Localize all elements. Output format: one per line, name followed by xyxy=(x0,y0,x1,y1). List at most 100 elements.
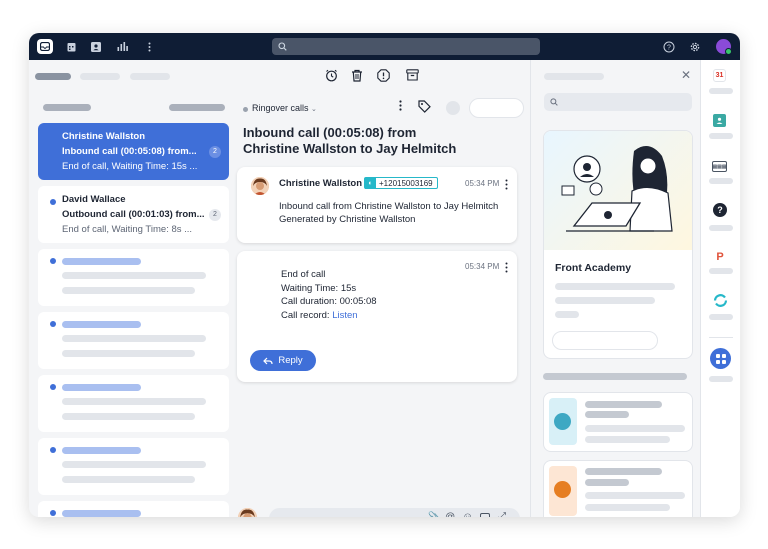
message-body-line: Generated by Christine Wallston xyxy=(279,214,416,225)
tab-placeholder[interactable] xyxy=(130,73,170,80)
conversation-preview: End of call, Waiting Time: 8s ... xyxy=(62,224,193,235)
conversation-item-placeholder[interactable] xyxy=(38,501,229,517)
thread-title: Inbound call (00:05:08) from Christine W… xyxy=(243,125,456,157)
reply-button[interactable]: Reply xyxy=(250,350,316,371)
panel-search-input[interactable] xyxy=(544,93,692,111)
integration-dot-icon xyxy=(554,481,571,498)
placeholder-line xyxy=(585,479,629,486)
help-circle-icon[interactable]: ? xyxy=(661,39,677,54)
analytics-icon[interactable] xyxy=(114,39,130,54)
mention-at-icon[interactable]: @ xyxy=(445,512,455,517)
inbox-selector[interactable]: Ringover calls ⌄ xyxy=(252,103,317,113)
conversation-item-placeholder[interactable] xyxy=(38,249,229,306)
placeholder-line xyxy=(709,133,733,139)
phone-number: +12015003169 xyxy=(379,178,433,188)
message-count-badge: 2 xyxy=(209,209,221,221)
panel-title-placeholder xyxy=(544,73,604,80)
integration-sidebar: ✕ Front Academy xyxy=(530,60,700,517)
placeholder-line xyxy=(62,384,141,391)
inbox-icon[interactable] xyxy=(37,39,53,54)
trash-icon[interactable] xyxy=(350,69,364,83)
placeholder-line xyxy=(585,436,670,443)
conversation-item-christine[interactable]: Christine Wallston Inbound call (00:05:0… xyxy=(38,123,229,180)
conversation-item-david[interactable]: David Wallace Outbound call (00:01:03) f… xyxy=(38,186,229,243)
placeholder-line xyxy=(585,425,685,432)
section-header-placeholder xyxy=(543,373,687,380)
message-body-line: Inbound call from Christine Wallston to … xyxy=(279,201,499,212)
placeholder-line xyxy=(62,510,141,517)
placeholder-line xyxy=(62,272,206,279)
archive-icon[interactable] xyxy=(405,69,419,83)
placeholder-line xyxy=(709,88,733,94)
more-vertical-icon[interactable] xyxy=(141,39,157,54)
keyboard-app-icon[interactable]: ▤▤▤ xyxy=(712,161,727,172)
message-time: 05:34 PM xyxy=(465,179,500,188)
tab-placeholder[interactable] xyxy=(80,73,120,80)
conversation-item-placeholder[interactable] xyxy=(38,312,229,369)
rail-divider xyxy=(709,337,733,338)
message-more-icon[interactable] xyxy=(505,177,508,195)
settings-gear-icon[interactable] xyxy=(687,39,703,54)
phone-badge[interactable]: ◐ +12015003169 xyxy=(364,177,438,189)
placeholder-line xyxy=(709,376,733,382)
message-body: Inbound call from Christine Wallston to … xyxy=(279,200,498,226)
user-avatar[interactable] xyxy=(716,39,732,55)
assign-dropdown[interactable] xyxy=(469,98,524,118)
listen-link[interactable]: Listen xyxy=(332,310,357,321)
emoji-icon[interactable]: ☺ xyxy=(462,511,473,517)
list-sort-placeholder[interactable] xyxy=(169,104,225,111)
call-summary-line: Call duration: 00:05:08 xyxy=(281,296,377,307)
message-count-badge: 2 xyxy=(209,146,221,158)
more-vertical-icon[interactable] xyxy=(393,100,407,114)
thread-title-line: Christine Wallston to Jay Helmitch xyxy=(243,141,457,156)
conversation-item-placeholder[interactable] xyxy=(38,438,229,495)
help-app-icon[interactable]: ? xyxy=(713,203,727,217)
message-card: 05:34 PM End of call Waiting Time: 15s C… xyxy=(237,251,517,382)
conversation-preview: End of call, Waiting Time: 15s ... xyxy=(62,161,198,172)
global-search-input[interactable] xyxy=(272,38,540,55)
apps-grid-icon[interactable] xyxy=(710,348,731,369)
template-icon[interactable] xyxy=(480,513,490,517)
placeholder-line xyxy=(62,335,206,342)
integration-item-card[interactable] xyxy=(543,460,693,517)
unread-dot xyxy=(50,447,56,453)
expand-icon[interactable]: ⤢ xyxy=(498,511,506,517)
unread-dot xyxy=(50,384,56,390)
calendar-icon[interactable] xyxy=(63,39,79,54)
attachment-icon[interactable]: 📎 xyxy=(428,512,440,517)
message-time: 05:34 PM xyxy=(465,262,500,271)
tag-icon[interactable] xyxy=(417,100,431,114)
placeholder-line xyxy=(62,398,206,405)
assignee-avatar-placeholder[interactable] xyxy=(446,101,460,115)
conversation-name: Christine Wallston xyxy=(62,131,146,142)
contacts-icon[interactable] xyxy=(88,39,104,54)
composer-input[interactable]: 📎 @ ☺ ⤢ xyxy=(269,508,520,517)
calendar-day: 31 xyxy=(715,72,724,79)
placeholder-line xyxy=(555,297,655,304)
message-more-icon[interactable] xyxy=(505,260,508,278)
conversation-subject: Inbound call (00:05:08) from... xyxy=(62,146,197,157)
unread-dot xyxy=(50,510,56,516)
integration-thumb xyxy=(549,398,577,445)
conversation-item-placeholder[interactable] xyxy=(38,375,229,432)
placeholder-line xyxy=(62,287,195,294)
thread-title-line: Inbound call (00:05:08) from xyxy=(243,125,417,140)
sync-app-icon[interactable] xyxy=(712,292,728,308)
integration-item-card[interactable] xyxy=(543,392,693,452)
academy-title: Front Academy xyxy=(555,262,632,274)
contact-card-app-icon[interactable] xyxy=(713,114,726,127)
tab-placeholder-active[interactable] xyxy=(35,73,71,80)
p-app-icon[interactable]: P xyxy=(712,249,728,265)
front-academy-card[interactable]: Front Academy xyxy=(543,130,693,359)
help-glyph: ? xyxy=(717,205,723,215)
spam-alert-icon[interactable] xyxy=(376,69,390,83)
unread-dot xyxy=(50,258,56,264)
close-icon[interactable]: ✕ xyxy=(681,68,691,82)
academy-action-button[interactable] xyxy=(552,331,658,350)
svg-text:?: ? xyxy=(667,44,671,51)
snooze-alarm-icon[interactable] xyxy=(324,69,338,83)
placeholder-line xyxy=(555,283,675,290)
placeholder-line xyxy=(709,268,733,274)
calendar-app-icon[interactable]: 31 xyxy=(713,69,726,82)
placeholder-line xyxy=(585,468,662,475)
